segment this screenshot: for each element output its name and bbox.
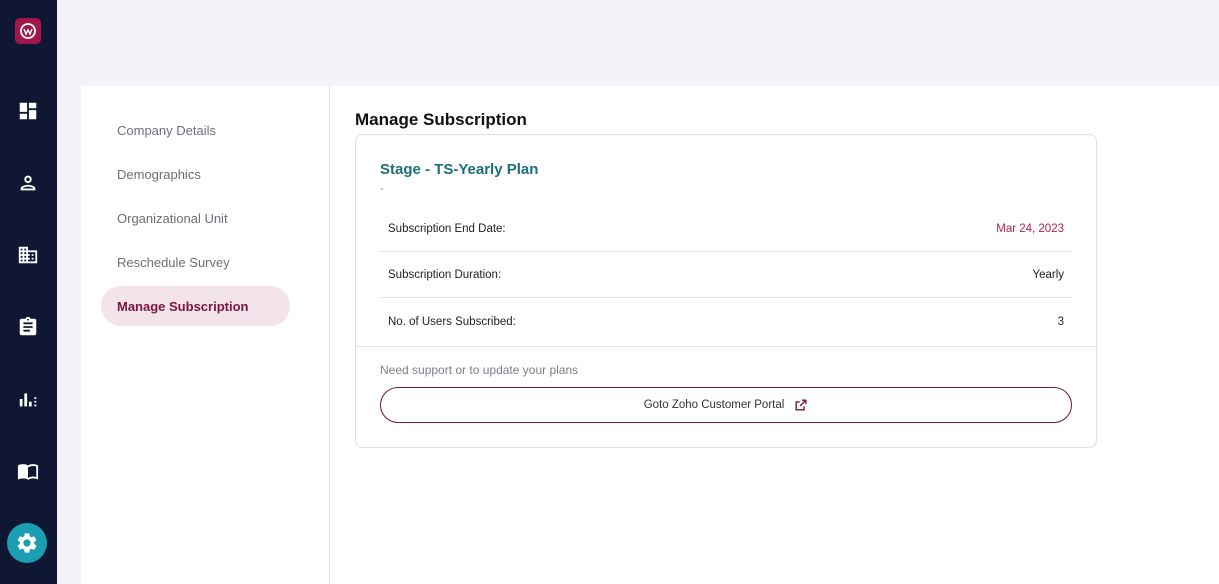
- subnav-item-label: Company Details: [117, 122, 216, 138]
- building-icon: [18, 246, 38, 264]
- detail-label: Subscription End Date:: [388, 222, 506, 235]
- plan-name: Stage - TS-Yearly Plan: [380, 161, 539, 178]
- external-link-icon: [795, 399, 807, 411]
- subnav-item-label: Reschedule Survey: [117, 254, 230, 270]
- duration-value: Yearly: [1032, 268, 1064, 281]
- detail-label: Subscription Duration:: [388, 268, 502, 281]
- subnav-item-label: Manage Subscription: [117, 298, 249, 314]
- detail-row-end-date: Subscription End Date: Mar 24, 2023: [380, 206, 1072, 252]
- page-title: Manage Subscription: [355, 110, 527, 129]
- side-rail: [0, 0, 57, 584]
- person-icon: [20, 175, 36, 191]
- subnav-item-demographics[interactable]: Demographics: [101, 154, 290, 194]
- portal-button-label: Goto Zoho Customer Portal: [643, 399, 785, 411]
- detail-row-users: No. of Users Subscribed: 3: [380, 299, 1072, 345]
- settings-subnav: Company Details Demographics Organizatio…: [81, 86, 330, 584]
- nav-people[interactable]: [14, 169, 42, 197]
- nav-settings[interactable]: [7, 523, 47, 563]
- subnav-item-label: Demographics: [117, 166, 201, 182]
- book-icon: [17, 464, 39, 480]
- nav-resources[interactable]: [14, 457, 42, 485]
- settings-panel: Company Details Demographics Organizatio…: [81, 86, 1219, 584]
- plan-subtitle: -: [380, 183, 384, 195]
- customer-portal-button[interactable]: Goto Zoho Customer Portal: [380, 387, 1072, 423]
- card-divider: [356, 346, 1096, 347]
- subnav-item-manage-subscription[interactable]: Manage Subscription: [101, 286, 290, 326]
- subnav-item-company-details[interactable]: Company Details: [101, 110, 290, 150]
- app-logo[interactable]: [15, 18, 41, 44]
- support-text: Need support or to update your plans: [380, 363, 579, 377]
- subnav-item-reschedule-survey[interactable]: Reschedule Survey: [101, 242, 290, 282]
- dashboard-icon: [19, 102, 37, 120]
- clipboard-icon: [19, 316, 37, 336]
- detail-label: No. of Users Subscribed:: [388, 316, 516, 328]
- subnav-item-label: Organizational Unit: [117, 210, 228, 226]
- bar-chart-icon: [19, 393, 37, 407]
- nav-company[interactable]: [14, 241, 42, 269]
- logo-icon: [20, 23, 36, 39]
- gear-icon: [17, 533, 37, 553]
- users-value: 3: [1057, 316, 1064, 328]
- end-date-value: Mar 24, 2023: [996, 222, 1064, 235]
- nav-dashboard[interactable]: [14, 97, 42, 125]
- subscription-card: Stage - TS-Yearly Plan - Subscription En…: [355, 134, 1097, 448]
- detail-row-duration: Subscription Duration: Yearly: [380, 252, 1072, 298]
- nav-analytics[interactable]: [14, 385, 42, 413]
- subnav-item-organizational-unit[interactable]: Organizational Unit: [101, 198, 290, 238]
- nav-surveys[interactable]: [14, 313, 42, 341]
